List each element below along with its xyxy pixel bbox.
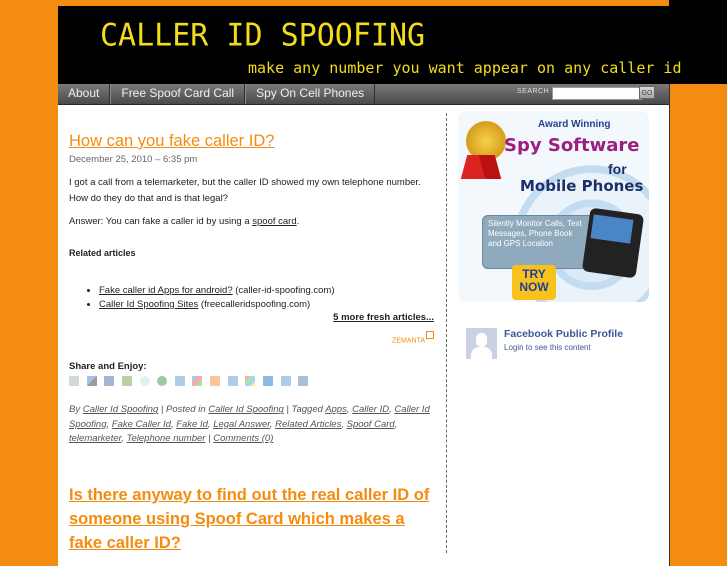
meta-tagged: | Tagged — [283, 404, 326, 416]
tag-link[interactable]: Caller ID — [352, 404, 389, 415]
post-meta: By Caller Id Spoofing | Posted in Caller… — [69, 404, 430, 445]
tag-link[interactable]: telemarketer — [69, 433, 121, 444]
sidebar-divider — [446, 113, 447, 553]
zemanta-badge[interactable]: ZEMANTA — [69, 331, 434, 344]
zemanta-icon — [426, 331, 434, 339]
post-title[interactable]: Is there anyway to find out the real cal… — [69, 483, 434, 555]
site-title[interactable]: CALLER ID SPOOFING — [100, 17, 425, 55]
related-article-item: Fake caller id Apps for android? (caller… — [99, 284, 434, 298]
nav-item-about[interactable]: About — [58, 84, 111, 104]
evernote-icon[interactable] — [121, 375, 132, 386]
main-content: How can you fake caller ID? December 25,… — [69, 130, 434, 555]
meta-by: By — [69, 404, 83, 416]
post-paragraph: I got a call from a telemarketer, but th… — [69, 177, 421, 204]
search-input[interactable] — [552, 87, 642, 100]
main-nav: About Free Spoof Card Call Spy On Cell P… — [58, 84, 669, 105]
spoof-card-link[interactable]: spoof card — [252, 216, 296, 227]
site-tagline: make any number you want appear on any c… — [248, 59, 682, 77]
tweetmeme-icon[interactable] — [298, 375, 309, 386]
post-date: December 25, 2010 – 6:35 pm — [69, 154, 198, 165]
related-articles-heading: Related articles — [69, 248, 136, 258]
facebook-profile-name[interactable]: Facebook Public Profile — [504, 328, 623, 340]
ad-for-text: for — [608, 161, 627, 177]
more-fresh-articles-link[interactable]: 5 more fresh articles... — [69, 312, 434, 323]
site-header: CALLER ID SPOOFING make any number you w… — [58, 6, 727, 84]
related-article-source: (caller-id-spoofing.com) — [232, 285, 335, 296]
post: How can you fake caller ID? December 25,… — [69, 130, 434, 447]
facebook-icon[interactable] — [104, 375, 115, 386]
share-icons — [69, 375, 434, 387]
generic-share-icon[interactable] — [174, 375, 185, 386]
zemanta-label: ZEMANTA — [392, 337, 425, 345]
post: Is there anyway to find out the real cal… — [69, 483, 434, 555]
share-heading: Share and Enjoy: — [69, 361, 147, 373]
related-article-source: (freecalleridspoofing.com) — [198, 299, 311, 310]
facebook-profile-widget: Facebook Public Profile Login to see thi… — [466, 328, 656, 362]
category-link[interactable]: Caller Id Spoofing — [208, 404, 284, 415]
related-article-link[interactable]: Fake caller id Apps for android? — [99, 285, 233, 296]
answer-suffix: . — [296, 216, 300, 227]
post-title[interactable]: How can you fake caller ID? — [69, 130, 434, 152]
tag-link[interactable]: Telephone number — [127, 433, 206, 444]
comments-link[interactable]: Comments (0) — [213, 433, 273, 444]
delicious-icon[interactable] — [86, 375, 97, 386]
tag-link[interactable]: Fake Id — [176, 419, 208, 430]
tag-link[interactable]: Spoof Card — [347, 419, 395, 430]
digg-icon[interactable] — [69, 375, 79, 386]
related-articles-list: Fake caller id Apps for android? (caller… — [69, 284, 434, 312]
tag-link[interactable]: Apps — [325, 404, 347, 415]
nav-item-free-spoof-card-call[interactable]: Free Spoof Card Call — [110, 84, 246, 104]
google-bookmarks-icon[interactable] — [192, 375, 203, 386]
meta-posted-in: | Posted in — [158, 404, 209, 416]
windows-live-icon[interactable] — [245, 375, 256, 386]
related-article-link[interactable]: Caller Id Spoofing Sites — [99, 299, 198, 310]
blogger-icon[interactable] — [210, 375, 221, 386]
author-link[interactable]: Caller Id Spoofing — [83, 404, 159, 415]
facebook-login-text[interactable]: Login to see this content — [504, 343, 591, 352]
generic-share-icon[interactable] — [227, 375, 238, 386]
tag-link[interactable]: Legal Answer — [213, 419, 270, 430]
nav-item-spy-on-cell-phones[interactable]: Spy On Cell Phones — [245, 84, 376, 104]
reddit-icon[interactable] — [139, 375, 150, 386]
search-label: Search — [517, 88, 550, 95]
tag-link[interactable]: Fake Caller Id — [112, 419, 171, 430]
generic-share-icon[interactable] — [280, 375, 291, 386]
ad-headline: Spy Software — [504, 135, 640, 156]
tag-link[interactable]: Related Articles — [275, 419, 341, 430]
spy-software-ad[interactable]: Award Winning Spy Software for Mobile Ph… — [458, 111, 649, 302]
post-answer: Answer: You can fake a caller id by usin… — [69, 214, 434, 230]
avatar-placeholder-icon — [466, 328, 497, 359]
ad-features-text: Silently Monitor Calls, Text Messages, P… — [488, 219, 582, 248]
answer-text: Answer: You can fake a caller id by usin… — [69, 216, 253, 227]
search-go-button[interactable]: GO — [639, 86, 655, 99]
related-article-item: Caller Id Spoofing Sites (freecalleridsp… — [99, 298, 434, 312]
stumbleupon-icon[interactable] — [157, 375, 168, 386]
ad-subhead: Mobile Phones — [520, 177, 644, 195]
ad-award-text: Award Winning — [538, 119, 611, 130]
try-now-button[interactable]: TRY NOW — [512, 265, 556, 300]
linkedin-icon[interactable] — [263, 375, 274, 386]
